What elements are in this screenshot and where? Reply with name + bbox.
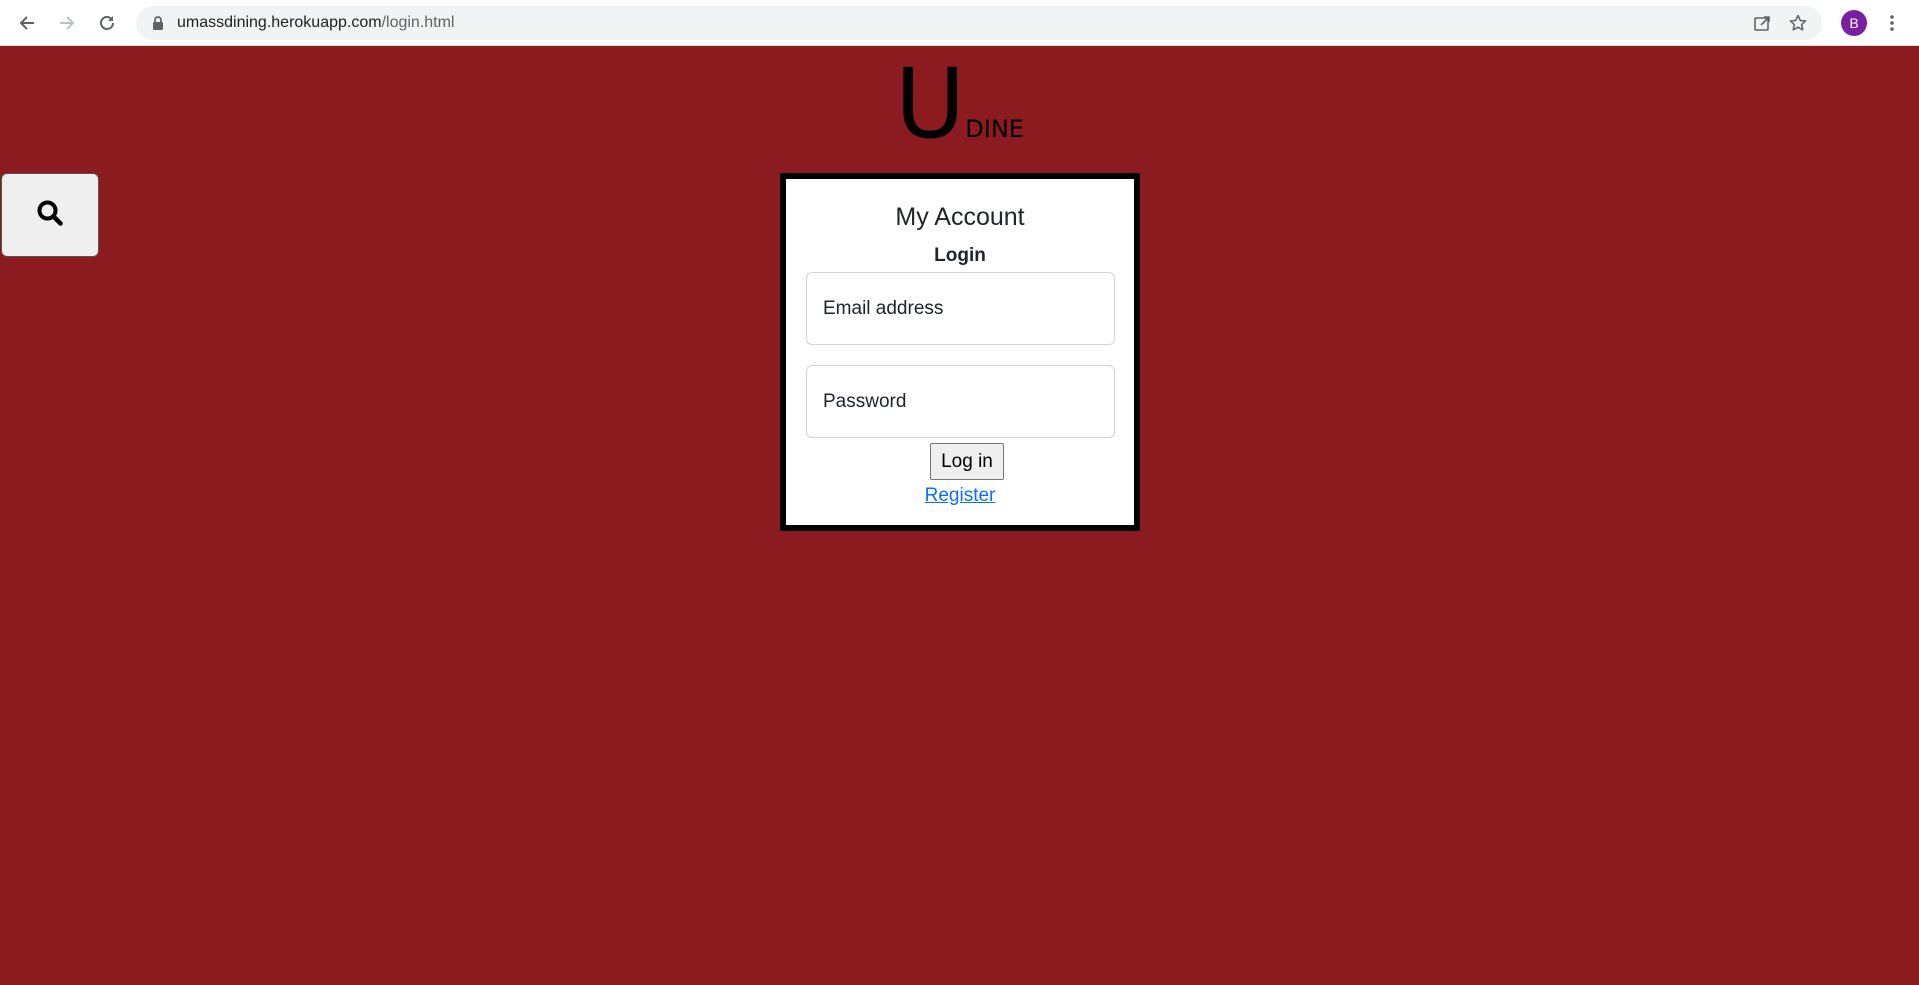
register-link[interactable]: Register xyxy=(925,485,996,506)
browser-toolbar: umassdining.herokuapp.com/login.html B xyxy=(0,0,1919,46)
lock-icon[interactable] xyxy=(152,16,164,35)
search-icon xyxy=(36,199,64,232)
logo-letter: U xyxy=(895,48,966,160)
login-button[interactable]: Log in xyxy=(930,443,1004,480)
search-button[interactable] xyxy=(1,173,99,257)
forward-arrow-icon[interactable] xyxy=(53,9,81,37)
profile-avatar[interactable]: B xyxy=(1841,10,1867,36)
bookmark-star-icon[interactable] xyxy=(1788,13,1808,33)
url-text[interactable]: umassdining.herokuapp.com/login.html xyxy=(177,6,454,40)
password-field[interactable] xyxy=(806,365,1115,438)
url-host: umassdining.herokuapp.com xyxy=(177,14,382,31)
logo-subtext: DINE xyxy=(965,115,1024,143)
email-field[interactable] xyxy=(806,272,1115,345)
login-heading: Login xyxy=(934,245,986,266)
card-title: My Account xyxy=(895,203,1025,231)
kebab-menu-icon[interactable] xyxy=(1884,11,1900,35)
address-bar[interactable]: umassdining.herokuapp.com/login.html xyxy=(136,6,1822,40)
reload-icon[interactable] xyxy=(93,9,121,37)
udine-logo: UDINE xyxy=(0,56,1919,152)
account-card: My Account Login Log in Register xyxy=(780,173,1140,531)
register-link-wrapper: Register xyxy=(786,485,1134,507)
back-arrow-icon[interactable] xyxy=(13,9,41,37)
url-path: /login.html xyxy=(381,14,455,31)
share-icon[interactable] xyxy=(1752,13,1772,33)
